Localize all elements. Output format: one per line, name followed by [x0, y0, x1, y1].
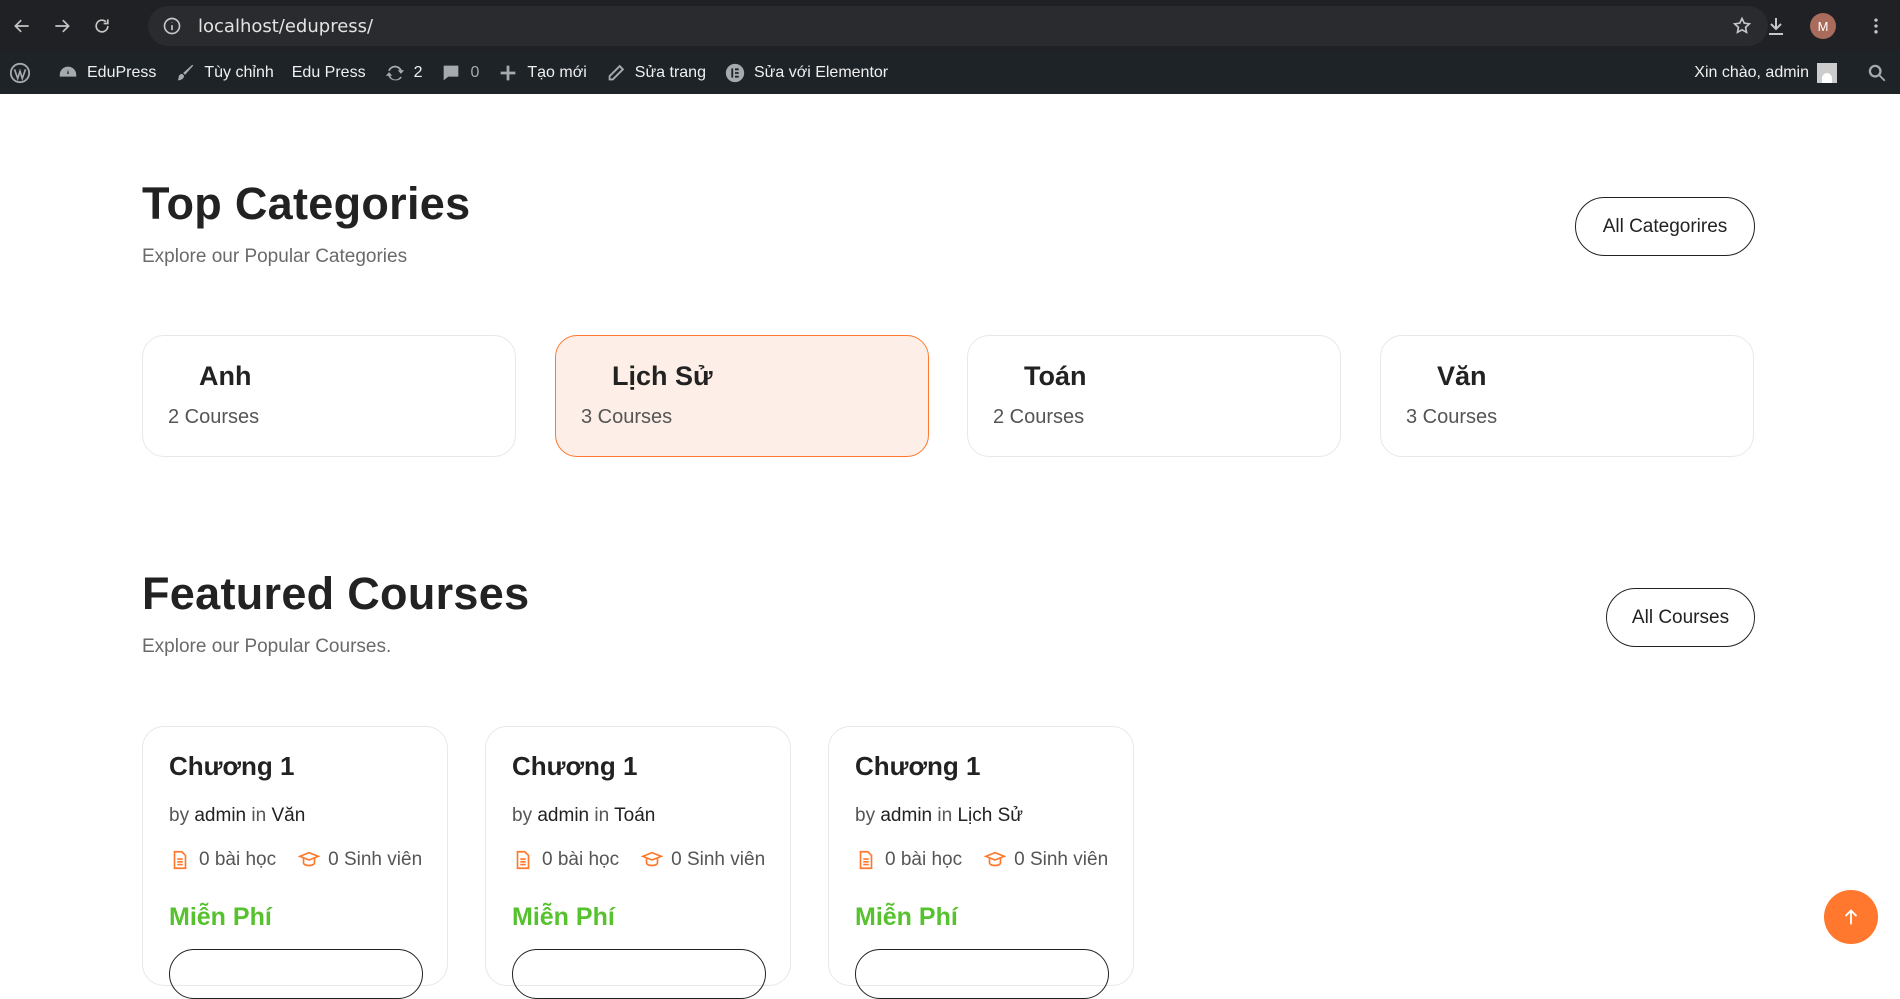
search-icon[interactable] [1866, 62, 1888, 84]
theme-item[interactable]: Edu Press [283, 52, 375, 94]
category-name: Anh [199, 361, 252, 391]
category-card-anh[interactable]: Anh 2 Courses [142, 335, 516, 457]
lesson-count: 0 bài học [199, 849, 277, 870]
courses-subtitle: Explore our Popular Courses. [142, 636, 392, 657]
course-view-button[interactable] [855, 949, 1109, 999]
course-category[interactable]: Lịch Sử [957, 805, 1023, 826]
course-meta: by admin in Toán [512, 805, 656, 826]
categories-subtitle: Explore our Popular Categories [142, 246, 408, 267]
site-name-label: EduPress [87, 64, 157, 81]
lesson-file-icon [859, 850, 873, 870]
profile-avatar[interactable]: M [1810, 13, 1836, 39]
course-stats: 0 bài học 0 Sinh viên [855, 849, 1108, 871]
course-price: Miễn Phí [512, 903, 615, 931]
course-stats: 0 bài học 0 Sinh viên [169, 849, 422, 871]
category-name: Toán [1024, 361, 1087, 391]
theme-label: Edu Press [291, 64, 366, 81]
scroll-to-top-button[interactable] [1824, 890, 1878, 944]
bookmark-star-icon[interactable] [1732, 16, 1752, 36]
wordpress-logo-icon [9, 62, 31, 84]
course-view-button[interactable] [512, 949, 766, 999]
elementor-icon [725, 63, 745, 83]
category-name: Văn [1437, 361, 1487, 391]
lesson-file-icon [516, 850, 530, 870]
course-author[interactable]: admin [194, 805, 246, 826]
paintbrush-icon [178, 64, 194, 81]
user-avatar [1817, 63, 1837, 83]
back-icon[interactable] [4, 8, 40, 44]
student-count: 0 Sinh viên [328, 849, 423, 870]
course-card[interactable]: Chương 1 by admin in Toán 0 bài học 0 Si… [485, 726, 791, 999]
site-name-item[interactable]: EduPress [48, 52, 165, 94]
updates-item[interactable]: 2 [375, 52, 432, 94]
category-card-toan[interactable]: Toán 2 Courses [967, 335, 1341, 457]
updates-count: 2 [413, 64, 423, 81]
plus-icon [501, 65, 516, 81]
pencil-icon [608, 64, 625, 81]
course-card[interactable]: Chương 1 by admin in Văn 0 bài học 0 Sin… [142, 726, 448, 999]
comments-count: 0 [470, 64, 480, 81]
category-card-lich-su[interactable]: Lịch Sử 3 Courses [555, 335, 929, 457]
course-title[interactable]: Chương 1 [512, 751, 637, 782]
updates-icon [385, 65, 404, 81]
edit-page-label: Sửa trang [634, 64, 706, 81]
lesson-count: 0 bài học [885, 849, 963, 870]
graduation-cap-icon [298, 851, 321, 867]
course-author[interactable]: admin [537, 805, 589, 826]
courses-title: Featured Courses [142, 568, 530, 619]
category-count: 2 Courses [993, 406, 1085, 428]
comment-icon [444, 65, 459, 81]
all-courses-button[interactable]: All Courses [1606, 588, 1755, 647]
lesson-file-icon [173, 850, 187, 870]
comments-item[interactable]: 0 [431, 52, 488, 94]
categories-title: Top Categories [142, 178, 471, 229]
customize-label: Tùy chỉnh [204, 64, 274, 81]
url-text[interactable]: localhost/edupress/ [198, 16, 373, 37]
all-categories-button[interactable]: All Categorires [1575, 197, 1755, 256]
category-card-van[interactable]: Văn 3 Courses [1380, 335, 1754, 457]
category-count: 3 Courses [1406, 406, 1498, 428]
category-count: 3 Courses [581, 406, 673, 428]
course-category[interactable]: Văn [271, 805, 305, 826]
course-meta: by admin in Văn [169, 805, 306, 826]
graduation-cap-icon [641, 851, 664, 867]
lesson-count: 0 bài học [542, 849, 620, 870]
student-count: 0 Sinh viên [671, 849, 766, 870]
course-category[interactable]: Toán [614, 805, 655, 826]
address-bar[interactable]: localhost/edupress/ [148, 6, 1768, 46]
course-price: Miễn Phí [169, 903, 272, 931]
edit-page-item[interactable]: Sửa trang [596, 52, 715, 94]
course-title[interactable]: Chương 1 [169, 751, 294, 782]
wp-admin-bar: EduPress Tùy chỉnh Edu Press 2 0 Tạo mới… [0, 52, 1900, 94]
edit-elementor-item[interactable]: Sửa với Elementor [715, 52, 897, 94]
category-count: 2 Courses [168, 406, 260, 428]
course-card[interactable]: Chương 1 by admin in Lịch Sử 0 bài học 0… [828, 726, 1134, 999]
student-count: 0 Sinh viên [1014, 849, 1109, 870]
course-price: Miễn Phí [855, 903, 958, 931]
course-stats: 0 bài học 0 Sinh viên [512, 849, 765, 871]
new-content-label: Tạo mới [527, 64, 587, 81]
greeting-label: Xin chào, admin [1694, 64, 1809, 81]
wordpress-logo-item[interactable] [0, 52, 48, 94]
course-view-button[interactable] [169, 949, 423, 999]
course-author[interactable]: admin [880, 805, 932, 826]
reload-icon[interactable] [84, 8, 120, 44]
course-title[interactable]: Chương 1 [855, 751, 980, 782]
graduation-cap-icon [984, 851, 1007, 867]
edit-elementor-label: Sửa với Elementor [753, 64, 889, 81]
site-info-icon[interactable] [162, 16, 182, 36]
download-icon[interactable] [1764, 14, 1788, 38]
customize-item[interactable]: Tùy chỉnh [165, 52, 282, 94]
dashboard-icon [59, 66, 77, 77]
course-meta: by admin in Lịch Sử [855, 805, 1023, 826]
forward-icon[interactable] [44, 8, 80, 44]
my-account-item[interactable]: Xin chào, admin [1685, 52, 1846, 94]
category-name: Lịch Sử [612, 361, 713, 391]
browser-menu-icon[interactable] [1866, 16, 1886, 36]
arrow-up-icon [1844, 909, 1858, 925]
browser-toolbar: localhost/edupress/ M [0, 0, 1900, 52]
new-content-item[interactable]: Tạo mới [488, 52, 595, 94]
